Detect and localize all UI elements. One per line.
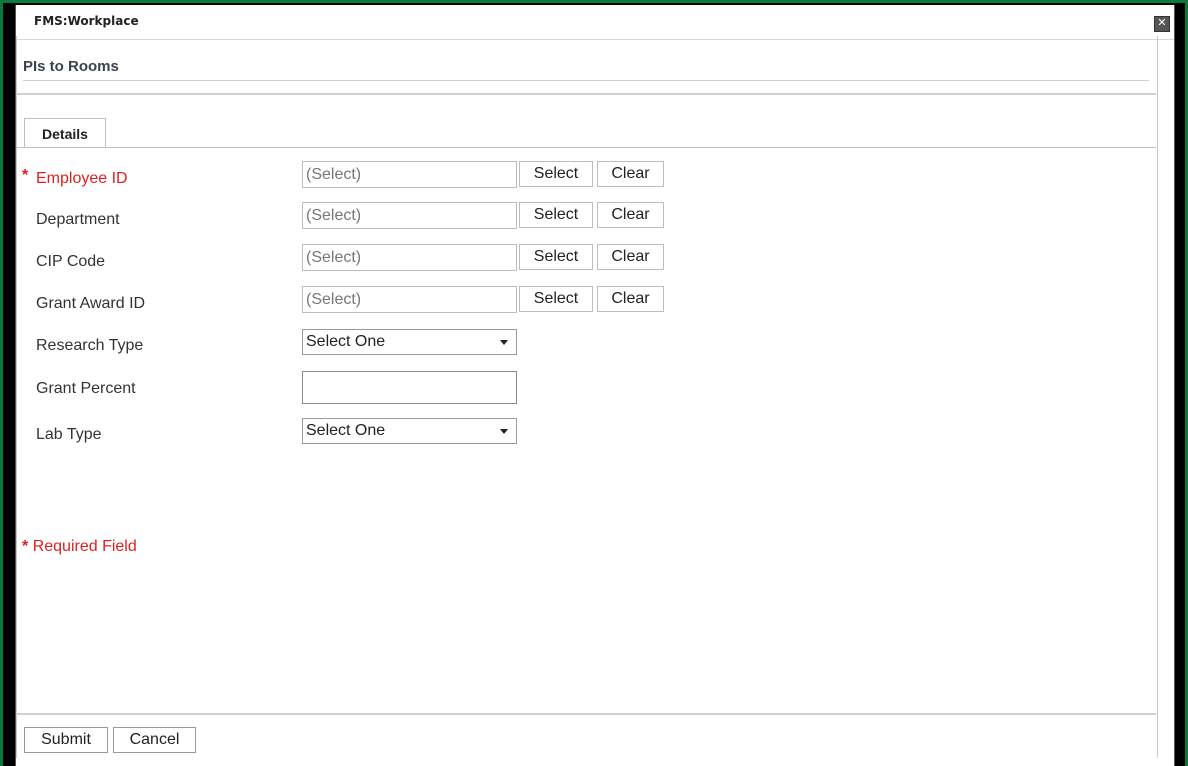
lab-type-dropdown[interactable]: Select One <box>302 418 517 444</box>
research-type-dropdown[interactable]: Select One <box>302 329 517 355</box>
submit-button[interactable]: Submit <box>24 727 108 753</box>
title-divider <box>23 80 1149 81</box>
research-type-label: Research Type <box>36 337 144 354</box>
research-type-value: Select One <box>306 333 386 350</box>
chevron-down-icon <box>500 429 508 434</box>
content-panel <box>16 36 1158 758</box>
department-field[interactable]: (Select) <box>302 202 517 229</box>
close-icon[interactable]: ✕ <box>1154 16 1170 32</box>
required-star: * <box>22 538 29 555</box>
grant-percent-input[interactable] <box>302 371 517 404</box>
tab-divider <box>16 147 1156 148</box>
cancel-button[interactable]: Cancel <box>113 727 196 753</box>
employee-id-select-button[interactable]: Select <box>519 161 593 187</box>
required-star: * <box>22 167 29 184</box>
grant-percent-label: Grant Percent <box>36 380 136 397</box>
grant-award-id-clear-button[interactable]: Clear <box>597 286 664 312</box>
grant-award-id-label: Grant Award ID <box>36 295 146 312</box>
chevron-down-icon <box>500 340 508 345</box>
employee-id-field[interactable]: (Select) <box>302 161 517 188</box>
required-field-note: * Required Field <box>22 538 137 556</box>
department-clear-button[interactable]: Clear <box>597 202 664 228</box>
section-divider <box>16 93 1156 95</box>
cip-code-clear-button[interactable]: Clear <box>597 244 664 270</box>
cip-code-select-button[interactable]: Select <box>519 244 593 270</box>
tab-details[interactable]: Details <box>24 118 106 148</box>
department-label: Department <box>36 211 120 228</box>
window-title: FMS:Workplace <box>34 14 139 28</box>
lab-type-label: Lab Type <box>36 426 102 443</box>
grant-award-id-select-button[interactable]: Select <box>519 286 593 312</box>
lab-type-value: Select One <box>306 422 386 439</box>
cip-code-label: CIP Code <box>36 253 106 270</box>
footer-divider <box>16 713 1156 715</box>
cip-code-field[interactable]: (Select) <box>302 244 517 271</box>
title-bar: FMS:Workplace ✕ <box>16 5 1174 40</box>
employee-id-clear-button[interactable]: Clear <box>597 161 664 187</box>
grant-award-id-field[interactable]: (Select) <box>302 286 517 313</box>
department-select-button[interactable]: Select <box>519 202 593 228</box>
required-field-text: Required Field <box>32 538 137 555</box>
page-title: PIs to Rooms <box>23 58 119 75</box>
employee-id-label: Employee ID <box>36 170 128 187</box>
